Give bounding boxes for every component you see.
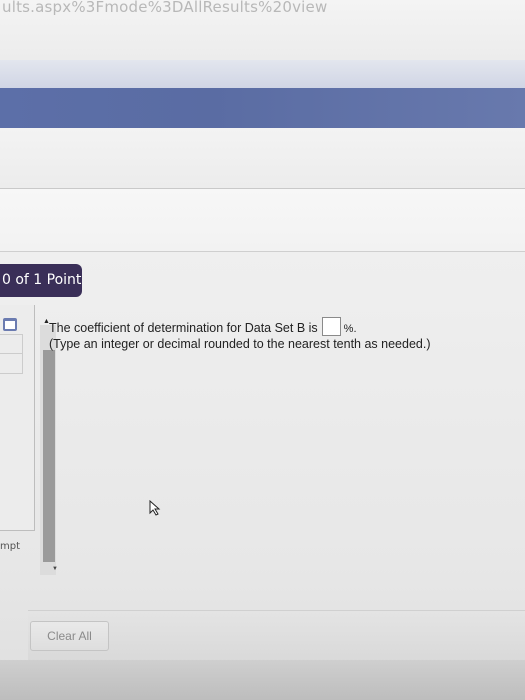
clear-all-button[interactable]: Clear All	[30, 621, 109, 651]
points-badge: 0 of 1 Point	[0, 264, 82, 297]
question-instruction: (Type an integer or decimal rounded to t…	[49, 337, 431, 351]
left-panel-list	[0, 334, 23, 374]
url-text: ults.aspx%3Fmode%3DAllResults%20view	[2, 0, 328, 16]
note-icon[interactable]	[3, 318, 17, 331]
header-under-band	[0, 128, 525, 189]
question-prompt: The coefficient of determination for Dat…	[49, 321, 318, 335]
header-mid-band	[0, 189, 525, 252]
cursor-icon	[149, 500, 161, 516]
browser-url-bar[interactable]: ults.aspx%3Fmode%3DAllResults%20view	[0, 0, 525, 60]
header-top-band	[0, 60, 525, 90]
percent-unit: %.	[343, 323, 357, 335]
attempt-label: mpt	[0, 541, 21, 552]
scroll-down-icon[interactable]: ▼	[52, 566, 58, 572]
bottom-shade	[0, 660, 525, 700]
scrollbar-thumb[interactable]	[43, 350, 55, 562]
question-prompt-line: The coefficient of determination for Dat…	[49, 317, 357, 336]
header-blue-band	[0, 88, 525, 128]
answer-input[interactable]	[321, 317, 341, 336]
